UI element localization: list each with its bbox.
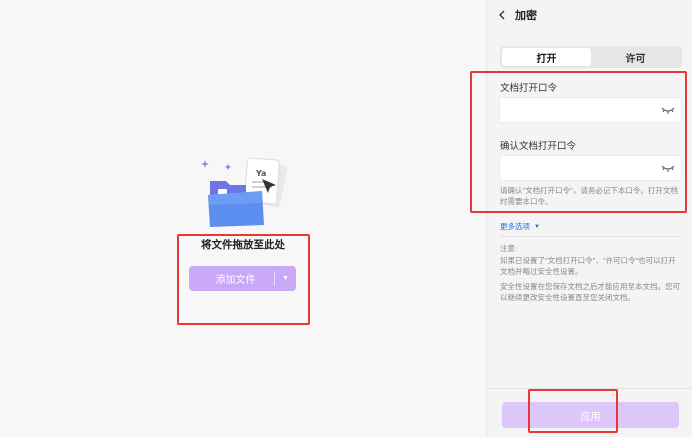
encryption-panel: 加密 打开 许可 文档打开口令 确认文档打开口令 请确认"文档打开口令"，请务必… xyxy=(486,0,692,437)
tab-bar: 打开 许可 xyxy=(500,46,682,68)
caret-down-icon: ▼ xyxy=(534,223,540,230)
note-text-1: 如果已设置了"文档打开口令"、"许可口令"也可以打开文档并略过安全性设置。 xyxy=(500,256,676,276)
panel-title: 加密 xyxy=(515,10,537,22)
highlight-drop-area xyxy=(177,234,310,325)
highlight-apply-button xyxy=(528,389,618,433)
tab-permission[interactable]: 许可 xyxy=(591,48,680,66)
folder-documents-icon: Ya xyxy=(201,157,288,227)
panel-header: 加密 xyxy=(487,0,692,30)
note-text-2: 安全性设置在您保存文档之后才能应用至本文档。您可以继续更改安全性设置直至您关闭文… xyxy=(500,282,680,302)
more-options-label: 更多选项 xyxy=(500,222,530,231)
divider xyxy=(499,236,682,237)
note-title: 注意: xyxy=(500,244,518,253)
tab-open[interactable]: 打开 xyxy=(502,48,591,66)
file-drop-area[interactable]: Ya 将文件拖放至此处 添加文件 ▼ xyxy=(0,0,486,437)
chevron-left-icon[interactable] xyxy=(495,8,509,22)
svg-text:Ya: Ya xyxy=(255,169,266,178)
more-options-link[interactable]: 更多选项 ▼ xyxy=(500,221,540,232)
highlight-password-fields xyxy=(470,71,687,213)
